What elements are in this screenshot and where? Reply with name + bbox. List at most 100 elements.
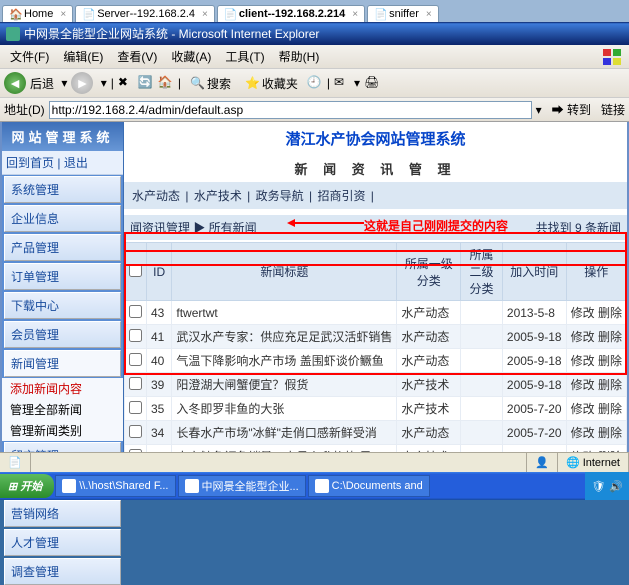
app-logo-icon (6, 27, 20, 41)
row-checkbox[interactable] (129, 353, 142, 366)
print-icon[interactable]: 🖨 (364, 75, 380, 91)
forward-button[interactable]: ► (71, 72, 93, 94)
sidebar-item[interactable]: 下载中心 (4, 292, 121, 319)
logout-link[interactable]: 退出 (64, 156, 88, 170)
sidebar-item[interactable]: 企业信息 (4, 205, 121, 232)
tab-server[interactable]: 📄Server--192.168.2.4× (75, 5, 215, 22)
home-link[interactable]: 回到首页 (6, 156, 54, 170)
dropdown-icon[interactable]: ▾ (536, 103, 542, 117)
stop-icon[interactable]: ✖ (118, 75, 134, 91)
sidebar-sub-manage[interactable]: 管理全部新闻 (2, 399, 123, 420)
window-title-bar: 中网景全能型企业网站系统 - Microsoft Internet Explor… (0, 22, 629, 45)
menu-fav[interactable]: 收藏(A) (165, 47, 217, 66)
menu-view[interactable]: 查看(V) (111, 47, 163, 66)
go-button[interactable]: ➡ 转到 (546, 100, 597, 119)
favorites-button[interactable]: ⭐收藏夹 (240, 73, 303, 94)
cat-link[interactable]: 政务导航 (256, 189, 304, 203)
row-checkbox[interactable] (129, 377, 142, 390)
col-cat1: 所属一级分类 (397, 243, 461, 301)
cell-id: 40 (147, 349, 172, 373)
tab-client[interactable]: 📄client--192.168.2.214× (217, 5, 365, 22)
delete-link[interactable]: 删除 (598, 330, 622, 344)
cat-link[interactable]: 水产技术 (194, 189, 242, 203)
sidebar-item[interactable]: 订单管理 (4, 263, 121, 290)
tab-sniffer[interactable]: 📄sniffer× (367, 5, 439, 22)
table-row: 43ftwertwt水产动态2013-5-8修改 删除 (125, 301, 627, 325)
star-icon: ⭐ (245, 76, 260, 90)
edit-link[interactable]: 修改 (571, 354, 595, 368)
row-checkbox[interactable] (129, 401, 142, 414)
cell-cat1: 水产动态 (397, 349, 461, 373)
edit-link[interactable]: 修改 (571, 378, 595, 392)
delete-link[interactable]: 删除 (598, 378, 622, 392)
sidebar-sub-cat[interactable]: 管理新闻类别 (2, 420, 123, 441)
home-icon[interactable]: 🏠 (158, 75, 174, 91)
url-input[interactable] (49, 101, 532, 119)
menu-edit[interactable]: 编辑(E) (57, 47, 109, 66)
page-icon: 📄 (82, 8, 94, 20)
cell-id: 43 (147, 301, 172, 325)
taskbar-item[interactable]: \\.\host\Shared F... (55, 475, 175, 497)
close-icon[interactable]: × (352, 9, 358, 20)
row-checkbox[interactable] (129, 329, 142, 342)
address-label: 地址(D) (4, 101, 45, 118)
sidebar-item[interactable]: 营销网络 (4, 500, 121, 527)
cell-time: 2005-9-18 (502, 373, 566, 397)
mail-icon[interactable]: ✉ (334, 75, 350, 91)
search-button[interactable]: 🔍搜索 (185, 73, 236, 94)
home-icon: 🏠 (9, 8, 21, 20)
close-icon[interactable]: × (202, 9, 208, 20)
edit-link[interactable]: 修改 (571, 426, 595, 440)
sidebar-item[interactable]: 调查管理 (4, 558, 121, 585)
system-tray[interactable]: 🛡 🔊 (585, 472, 629, 500)
delete-link[interactable]: 删除 (598, 306, 622, 320)
cell-time: 2005-7-20 (502, 421, 566, 445)
edit-link[interactable]: 修改 (571, 330, 595, 344)
main-panel: 潜江水产协会网站管理系统 新 闻 资 讯 管 理 水产动态 | 水产技术 | 政… (124, 122, 627, 478)
row-checkbox[interactable] (129, 305, 142, 318)
menu-help[interactable]: 帮助(H) (273, 47, 326, 66)
back-button[interactable]: ◄ (4, 72, 26, 94)
taskbar-item[interactable]: C:\Documents and (308, 475, 430, 497)
cell-title: ftwertwt (172, 301, 397, 325)
sidebar-item[interactable]: 人才管理 (4, 529, 121, 556)
delete-link[interactable]: 删除 (598, 426, 622, 440)
links-label[interactable]: 链接 (601, 101, 625, 118)
cat-link[interactable]: 招商引资 (317, 189, 365, 203)
status-done: 📄 (0, 453, 31, 472)
edit-link[interactable]: 修改 (571, 402, 595, 416)
tray-icon[interactable]: 🛡 (591, 480, 605, 493)
windows-taskbar: ⊞开始 \\.\host\Shared F... 中网景全能型企业... C:\… (0, 472, 629, 500)
sidebar-item[interactable]: 会员管理 (4, 321, 121, 348)
sidebar-item-news[interactable]: 新闻管理 (4, 350, 121, 377)
delete-link[interactable]: 删除 (598, 402, 622, 416)
page-icon: 📄 (224, 8, 236, 20)
sidebar-item[interactable]: 系统管理 (4, 176, 121, 203)
menu-file[interactable]: 文件(F) (4, 47, 55, 66)
taskbar-item[interactable]: 中网景全能型企业... (178, 475, 306, 497)
cell-time: 2005-9-18 (502, 349, 566, 373)
select-all-checkbox[interactable] (129, 264, 142, 277)
main-title: 潜江水产协会网站管理系统 (124, 122, 627, 155)
folder-icon (62, 479, 76, 493)
windows-icon: ⊞ (8, 480, 17, 493)
delete-link[interactable]: 删除 (598, 354, 622, 368)
back-label[interactable]: 后退 (30, 75, 54, 92)
menu-tool[interactable]: 工具(T) (219, 47, 270, 66)
refresh-icon[interactable]: 🔄 (138, 75, 154, 91)
close-icon[interactable]: × (426, 9, 432, 20)
cell-id: 35 (147, 397, 172, 421)
close-icon[interactable]: × (60, 9, 66, 20)
cell-id: 34 (147, 421, 172, 445)
row-checkbox[interactable] (129, 425, 142, 438)
edit-link[interactable]: 修改 (571, 306, 595, 320)
tray-icon[interactable]: 🔊 (609, 480, 623, 493)
sidebar-sub-add[interactable]: 添加新闻内容 (2, 378, 123, 399)
history-icon[interactable]: 🕘 (307, 75, 323, 91)
tab-home[interactable]: 🏠Home× (2, 5, 73, 22)
start-button[interactable]: ⊞开始 (0, 474, 54, 498)
sidebar-item[interactable]: 产品管理 (4, 234, 121, 261)
cell-title: 长春水产市场"冰鲜"走俏口感新鲜受消 (172, 421, 397, 445)
cell-title: 入冬即罗非鱼的大张 (172, 397, 397, 421)
cat-link[interactable]: 水产动态 (132, 189, 180, 203)
